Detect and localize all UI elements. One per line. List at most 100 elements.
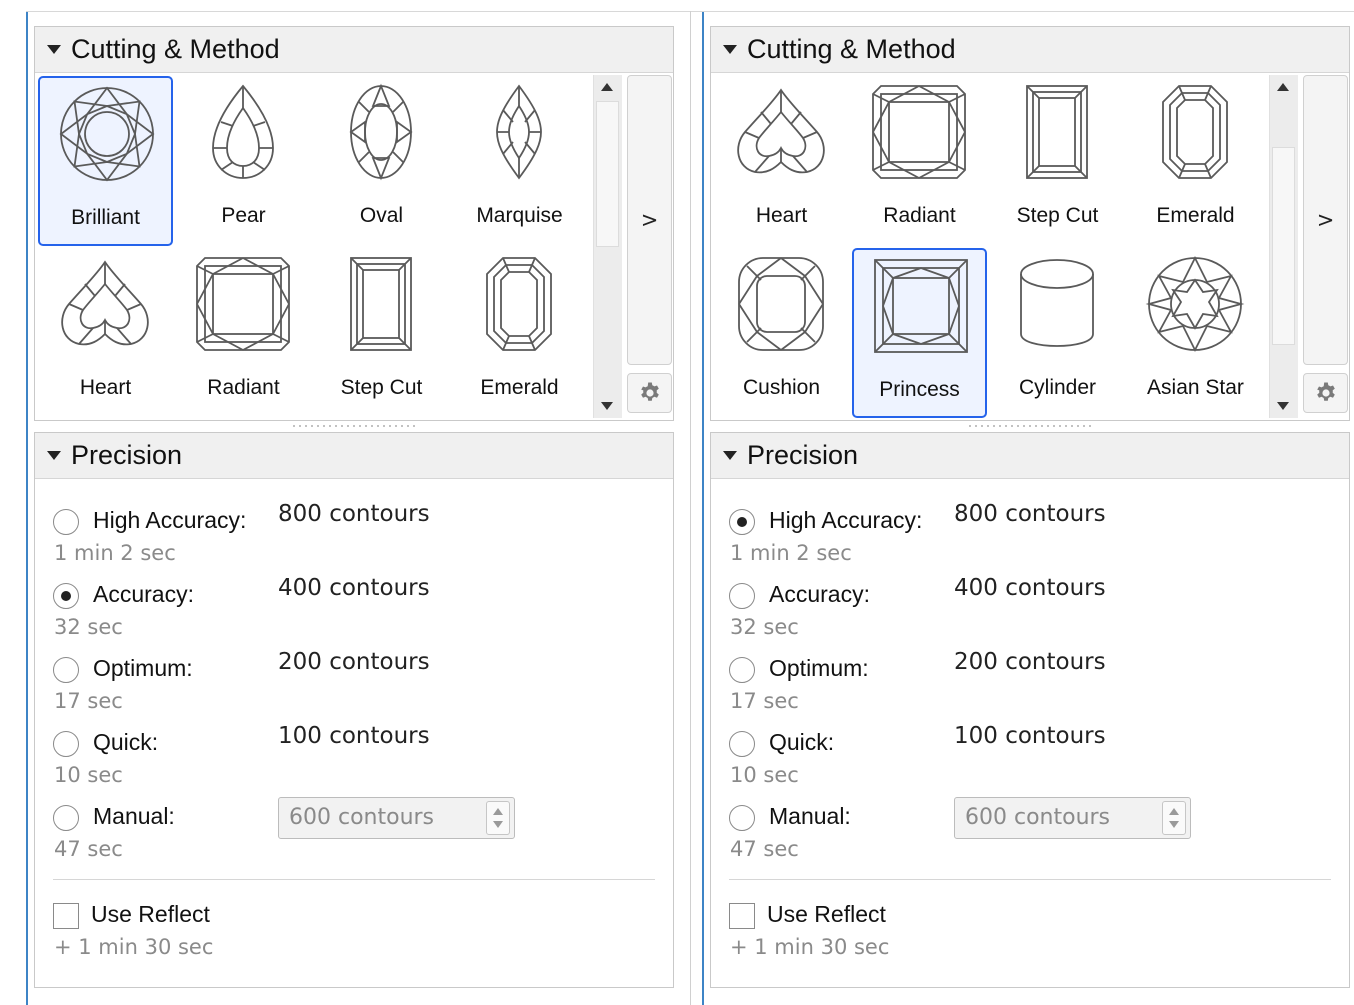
shape-label: Marquise [476,204,563,227]
shape-radiant[interactable]: Radiant [176,248,311,418]
cushion-icon [731,254,831,354]
radio-accuracy[interactable] [53,583,79,609]
shape-step-cut[interactable]: Step Cut [314,248,449,418]
shape-pear[interactable]: Pear [176,76,311,246]
shape-asian-star[interactable]: Asian Star [1128,248,1263,418]
radio-accuracy[interactable] [729,583,755,609]
radiant-icon [193,254,293,354]
shape-label: Heart [755,204,808,227]
radio-quick[interactable] [53,731,79,757]
cutting-method-header[interactable]: Cutting & Method [711,27,1349,73]
collapse-triangle-icon [47,45,61,54]
precision-section: Precision High Accuracy: 800 contours 1 … [710,432,1350,988]
radio-manual[interactable] [53,805,79,831]
shape-heart[interactable]: Heart [38,248,173,418]
stepper-down-icon[interactable] [493,821,503,828]
scrollbar-thumb[interactable] [1272,147,1295,345]
manual-contours-spinbox[interactable]: 600 contours [278,797,515,839]
shape-step-cut[interactable]: Step Cut [990,76,1125,246]
radio-high-accuracy[interactable] [53,509,79,535]
shape-scrollbar[interactable] [1269,75,1298,418]
scroll-down-icon[interactable] [601,402,613,410]
shape-label: Cushion [742,376,821,399]
radio-manual[interactable] [729,805,755,831]
cutting-method-section: Cutting & Method Heart Radiant Step Cut … [710,26,1350,428]
gear-icon [1314,381,1338,405]
shape-label: Heart [79,376,132,399]
option-time: 1 min 2 sec [54,541,176,565]
shape-scrollbar[interactable] [593,75,622,418]
shape-cushion[interactable]: Cushion [714,248,849,418]
shape-grid: Brilliant Pear Oval Marquise Heart Radia… [35,73,591,419]
option-label: Manual: [769,803,851,829]
shape-oval[interactable]: Oval [314,76,449,246]
option-label: Manual: [93,803,175,829]
precision-header[interactable]: Precision [711,433,1349,479]
option-time: 10 sec [54,763,123,787]
stepper-down-icon[interactable] [1169,821,1179,828]
scroll-up-icon[interactable] [1277,83,1289,91]
precision-header[interactable]: Precision [35,433,673,479]
option-label: Optimum: [93,655,193,681]
resize-grip[interactable] [291,424,419,428]
shape-brilliant[interactable]: Brilliant [38,76,173,246]
cutting-method-header[interactable]: Cutting & Method [35,27,673,73]
settings-button[interactable] [1303,373,1348,413]
shape-label: Asian Star [1147,376,1244,399]
next-page-button[interactable]: > [1303,75,1348,365]
use-reflect-time: + 1 min 30 sec [54,935,214,959]
use-reflect-label: Use Reflect [767,901,886,927]
shape-label: Pear [221,204,266,227]
shape-emerald[interactable]: Emerald [452,248,587,418]
shape-cylinder[interactable]: Cylinder [990,248,1125,418]
scroll-down-icon[interactable] [1277,402,1289,410]
next-page-button[interactable]: > [627,75,672,365]
option-time: 32 sec [730,615,799,639]
shape-radiant[interactable]: Radiant [852,76,987,246]
heart-icon [55,254,155,354]
option-label: Accuracy: [769,581,870,607]
cylinder-icon [1007,254,1107,354]
shape-label: Oval [359,204,404,227]
settings-button[interactable] [627,373,672,413]
spinbox-stepper[interactable] [1162,801,1186,835]
radio-quick[interactable] [729,731,755,757]
princess-icon [871,256,971,356]
shape-label: Emerald [480,376,559,399]
option-value: 100 contours [278,723,430,749]
resize-grip[interactable] [967,424,1095,428]
spinbox-stepper[interactable] [486,801,510,835]
heart-icon [731,82,831,182]
option-label: Quick: [769,729,835,755]
shape-label: Step Cut [340,376,423,399]
option-label: High Accuracy: [93,507,247,533]
cutting-method-title: Cutting & Method [747,34,956,64]
radio-optimum[interactable] [729,657,755,683]
shape-label: Cylinder [1018,376,1097,399]
panel-splitter [690,11,691,1005]
collapse-triangle-icon [723,45,737,54]
shape-label: Step Cut [1016,204,1099,227]
option-label: High Accuracy: [769,507,923,533]
asian-star-icon [1145,254,1245,354]
stepper-up-icon[interactable] [1169,808,1179,815]
shape-princess[interactable]: Princess [852,248,987,418]
left-accent-rule [26,12,28,1005]
shape-marquise[interactable]: Marquise [452,76,587,246]
use-reflect-checkbox[interactable] [729,903,755,929]
option-time: 1 min 2 sec [730,541,852,565]
shape-emerald[interactable]: Emerald [1128,76,1263,246]
shape-label: Emerald [1156,204,1235,227]
emerald-icon [469,254,569,354]
stepper-up-icon[interactable] [493,808,503,815]
precision-title: Precision [747,440,859,470]
precision-divider [729,879,1331,880]
scroll-up-icon[interactable] [601,83,613,91]
use-reflect-checkbox[interactable] [53,903,79,929]
radio-high-accuracy[interactable] [729,509,755,535]
radio-optimum[interactable] [53,657,79,683]
manual-contours-spinbox[interactable]: 600 contours [954,797,1191,839]
scrollbar-thumb[interactable] [596,101,619,247]
shape-heart[interactable]: Heart [714,76,849,246]
option-time: 17 sec [54,689,123,713]
